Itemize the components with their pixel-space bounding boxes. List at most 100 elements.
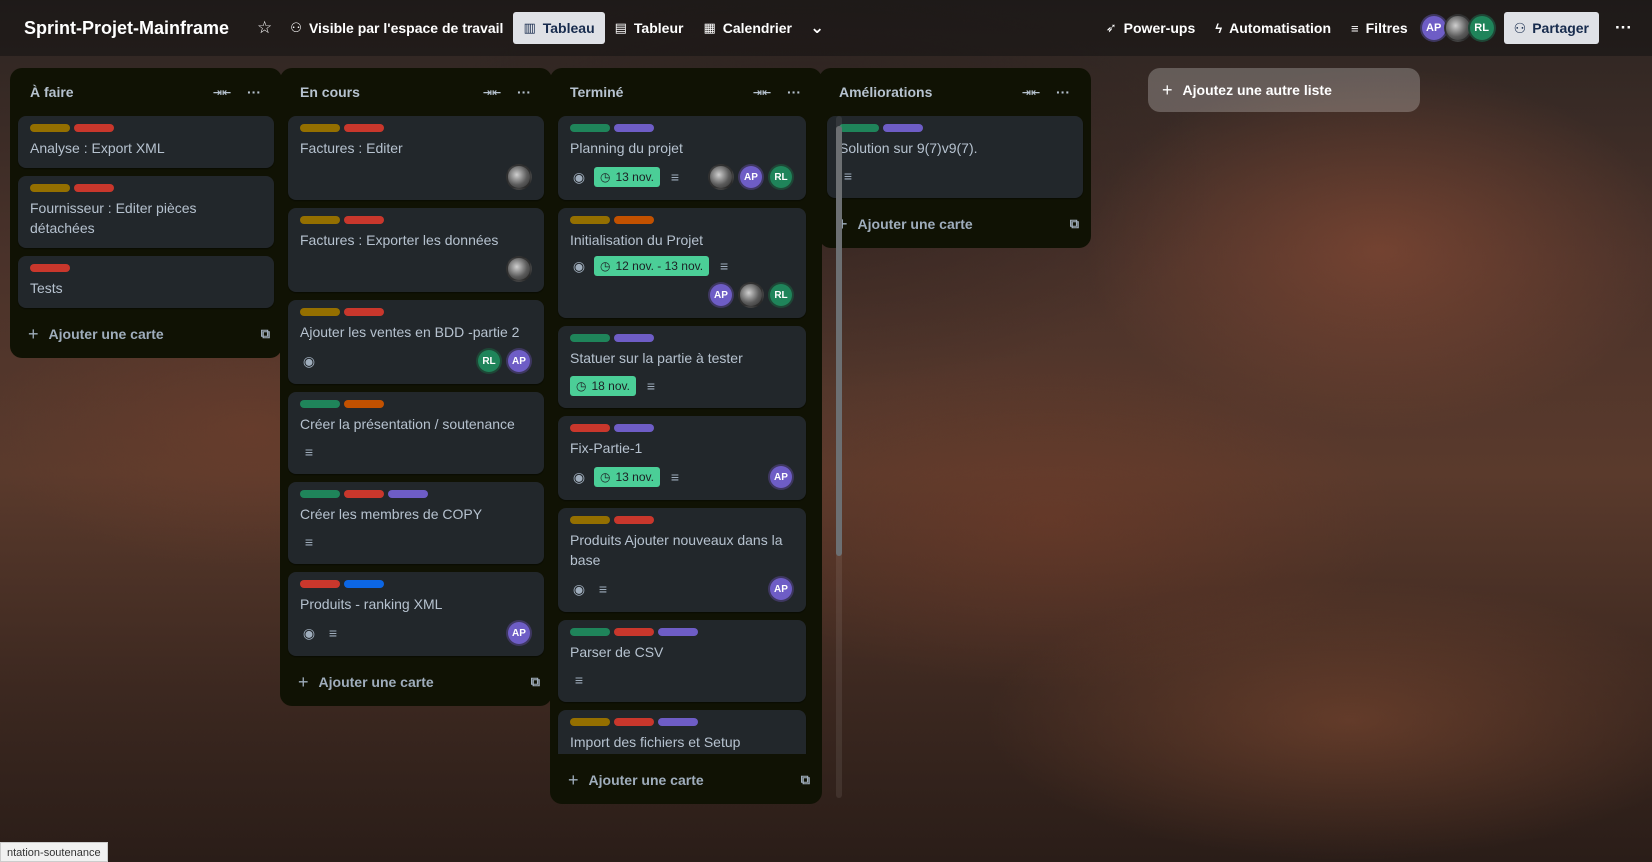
card[interactable]: Fix-Partie-1 ◉ ◷ 13 nov. ≡ AP	[558, 416, 806, 500]
list-title[interactable]: En cours	[300, 84, 476, 100]
label-yellow[interactable]	[30, 184, 70, 192]
card[interactable]: Ajouter les ventes en BDD -partie 2 ◉ RL AP	[288, 300, 544, 384]
more-icon[interactable]: ···	[778, 84, 810, 100]
list-title[interactable]: Améliorations	[839, 84, 1015, 100]
avatar[interactable]: AP	[506, 348, 532, 374]
label-red[interactable]	[344, 124, 384, 132]
label-green[interactable]	[570, 334, 610, 342]
avatar[interactable]: AP	[768, 576, 794, 602]
template-icon[interactable]: ⧉	[261, 326, 270, 342]
label-red[interactable]	[30, 264, 70, 272]
collapse-icon[interactable]: ⇥⇤	[206, 86, 238, 99]
visibility-button[interactable]: ⚇ Visible par l'espace de travail	[280, 12, 513, 44]
label-red[interactable]	[570, 424, 610, 432]
label-red[interactable]	[614, 718, 654, 726]
powerups-button[interactable]: ➶ Power-ups	[1096, 12, 1205, 44]
label-green[interactable]	[300, 490, 340, 498]
label-green[interactable]	[570, 628, 610, 636]
label-green[interactable]	[570, 124, 610, 132]
label-red[interactable]	[344, 490, 384, 498]
label-blue[interactable]	[344, 580, 384, 588]
label-red[interactable]	[74, 184, 114, 192]
label-orange[interactable]	[344, 400, 384, 408]
share-button[interactable]: ⚇ Partager	[1503, 12, 1600, 44]
add-list-button[interactable]: + Ajoutez une autre liste	[1148, 68, 1420, 112]
label-purple[interactable]	[658, 718, 698, 726]
card[interactable]: Planning du projet ◉ ◷ 13 nov. ≡ AP RL	[558, 116, 806, 200]
collapse-icon[interactable]: ⇥⇤	[476, 86, 508, 99]
list-title[interactable]: À faire	[30, 84, 206, 100]
label-red[interactable]	[614, 628, 654, 636]
label-yellow[interactable]	[300, 216, 340, 224]
scroll-thumb[interactable]	[836, 126, 842, 556]
card[interactable]: Produits Ajouter nouveaux dans la base ◉ ≡…	[558, 508, 806, 612]
filters-button[interactable]: ≡ Filtres	[1341, 12, 1418, 44]
board-title[interactable]: Sprint-Projet-Mainframe	[24, 18, 229, 39]
label-purple[interactable]	[614, 334, 654, 342]
avatar[interactable]: RL	[768, 164, 794, 190]
collapse-icon[interactable]: ⇥⇤	[746, 86, 778, 99]
label-yellow[interactable]	[300, 308, 340, 316]
label-green[interactable]	[300, 400, 340, 408]
card[interactable]: Factures : Editer	[288, 116, 544, 200]
avatar[interactable]	[708, 164, 734, 190]
more-icon[interactable]: ···	[1607, 12, 1640, 44]
more-icon[interactable]: ···	[238, 84, 270, 100]
add-card-button[interactable]: + Ajouter une carte ⧉	[10, 316, 282, 352]
label-red[interactable]	[74, 124, 114, 132]
template-icon[interactable]: ⧉	[801, 772, 810, 788]
template-icon[interactable]: ⧉	[531, 674, 540, 690]
card[interactable]: Créer les membres de COPY ≡	[288, 482, 544, 564]
label-purple[interactable]	[388, 490, 428, 498]
label-yellow[interactable]	[570, 216, 610, 224]
list-title[interactable]: Terminé	[570, 84, 746, 100]
label-red[interactable]	[344, 308, 384, 316]
avatar[interactable]	[738, 282, 764, 308]
card[interactable]: Créer la présentation / soutenance ≡	[288, 392, 544, 474]
label-orange[interactable]	[614, 216, 654, 224]
add-card-button[interactable]: + Ajouter une carte ⧉	[550, 762, 822, 798]
card[interactable]: Initialisation du Projet ◉ ◷ 12 nov. - 13 n…	[558, 208, 806, 318]
card[interactable]: Parser de CSV ≡	[558, 620, 806, 702]
label-red[interactable]	[344, 216, 384, 224]
collapse-icon[interactable]: ⇥⇤	[1015, 86, 1047, 99]
avatar[interactable]: RL	[476, 348, 502, 374]
due-date-badge[interactable]: ◷ 13 nov.	[594, 167, 660, 187]
label-yellow[interactable]	[300, 124, 340, 132]
label-yellow[interactable]	[570, 516, 610, 524]
add-card-button[interactable]: + Ajouter une carte ⧉	[280, 664, 552, 700]
due-date-badge[interactable]: ◷ 13 nov.	[594, 467, 660, 487]
label-green[interactable]	[839, 124, 879, 132]
more-icon[interactable]: ···	[508, 84, 540, 100]
label-yellow[interactable]	[570, 718, 610, 726]
list-scrollbar[interactable]	[836, 116, 842, 798]
avatar[interactable]: AP	[738, 164, 764, 190]
avatar[interactable]: RL	[768, 282, 794, 308]
avatar[interactable]: AP	[768, 464, 794, 490]
label-purple[interactable]	[883, 124, 923, 132]
label-purple[interactable]	[658, 628, 698, 636]
view-tab-calendar[interactable]: ▦ Calendrier	[693, 12, 802, 44]
card[interactable]: Solution sur 9(7)v9(7). ≡	[827, 116, 1083, 198]
label-red[interactable]	[300, 580, 340, 588]
view-tab-table[interactable]: ▤ Tableur	[605, 12, 694, 44]
template-icon[interactable]: ⧉	[1070, 216, 1079, 232]
avatar[interactable]: RL	[1467, 14, 1496, 42]
star-icon[interactable]: ☆	[249, 12, 280, 44]
card[interactable]: Statuer sur la partie à tester ◷ 18 nov. ≡	[558, 326, 806, 408]
add-card-button[interactable]: + Ajouter une carte ⧉	[819, 206, 1091, 242]
label-red[interactable]	[614, 516, 654, 524]
card[interactable]: Factures : Exporter les données	[288, 208, 544, 292]
due-date-badge[interactable]: ◷ 12 nov. - 13 nov.	[594, 256, 710, 276]
card[interactable]: Fournisseur : Editer pièces détachées	[18, 176, 274, 248]
card[interactable]: Analyse : Export XML	[18, 116, 274, 168]
avatar[interactable]: AP	[708, 282, 734, 308]
card[interactable]: Tests	[18, 256, 274, 308]
label-purple[interactable]	[614, 124, 654, 132]
avatar[interactable]	[506, 164, 532, 190]
avatar[interactable]	[506, 256, 532, 282]
card[interactable]: Import des fichiers et Setup◷13 nov.≡	[558, 710, 806, 754]
label-yellow[interactable]	[30, 124, 70, 132]
card[interactable]: Produits - ranking XML ◉ ≡ AP	[288, 572, 544, 656]
chevron-down-icon[interactable]: ⌄	[802, 12, 832, 44]
